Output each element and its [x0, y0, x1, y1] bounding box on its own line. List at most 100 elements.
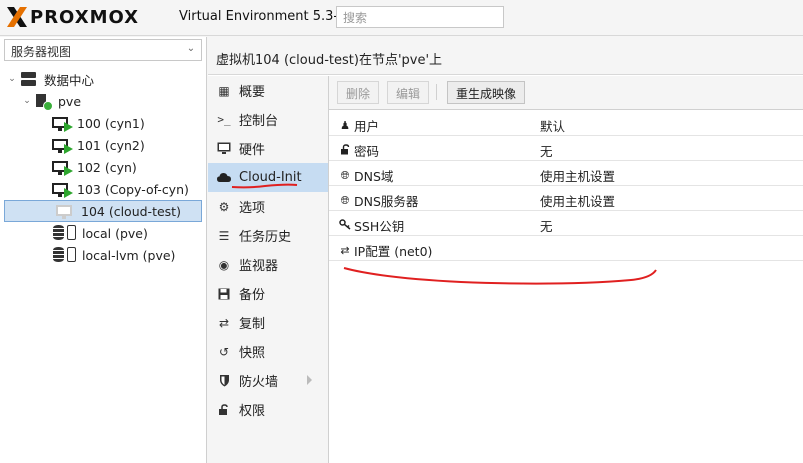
unlock-icon [217, 403, 231, 417]
row-value: 无 [540, 144, 553, 159]
nav-item-replication[interactable]: ⇄ 复制 [208, 308, 328, 337]
nav-item-backup[interactable]: 备份 [208, 279, 328, 308]
proxmox-x-icon [7, 7, 27, 27]
edit-button[interactable]: 编辑 [387, 81, 430, 104]
toolbar-separator [436, 84, 437, 100]
grid-row-ssh-key[interactable]: SSH公钥 无 [329, 211, 803, 236]
book-icon: ▦ [218, 83, 230, 98]
nav-item-hardware[interactable]: 硬件 [208, 134, 328, 163]
shield-icon [217, 374, 231, 388]
grid-row-dns-domain[interactable]: 🌐︎ DNS域 使用主机设置 [329, 161, 803, 186]
red-underline-annotation [231, 183, 298, 189]
resource-tree-panel: 服务器视图 ⌄ ⌄ 数据中心 ⌄ pve 100 (cyn1) 101 (cyn… [0, 37, 207, 463]
brand-text: PROXMOX [30, 6, 140, 28]
tree-item-node-pve[interactable]: ⌄ pve [0, 90, 206, 112]
proxmox-logo[interactable]: PROXMOX [6, 6, 139, 28]
search-input[interactable]: 搜索 [336, 6, 504, 28]
collapse-toggle-icon[interactable]: ⌄ [7, 74, 17, 84]
page-title: 虚拟机104 (cloud-test)在节点'pve'上 [216, 53, 443, 68]
grid-row-user[interactable]: ♟ 用户 默认 [329, 111, 803, 136]
view-selector[interactable]: 服务器视图 ⌄ [4, 39, 202, 61]
tree-item-label: 数据中心 [44, 72, 95, 88]
collapse-toggle-icon[interactable]: ⌄ [22, 96, 32, 106]
grid-row-ip-config-net0[interactable]: ⇄ IP配置 (net0) [329, 236, 803, 261]
terminal-icon: >_ [217, 113, 231, 126]
cloud-init-grid: ♟ 用户 默认 密码 无 🌐︎ DNS域 使用主机设置 🌐︎ DNS服务器 使用主机设… [329, 111, 803, 261]
top-header: PROXMOX Virtual Environment 5.3-8 搜索 [0, 0, 803, 36]
vm-running-icon [52, 181, 73, 198]
monitor-icon [217, 142, 231, 156]
row-key: IP配置 (net0) [354, 244, 433, 259]
tree-item-storage-local[interactable]: local (pve) [0, 222, 206, 244]
vm-nav-menu: ▦ 概要 >_ 控制台 硬件 Cloud-Init ⚙ 选项 ☰ 任务历史 ◉ … [208, 76, 329, 463]
tree-item-storage-local-lvm[interactable]: local-lvm (pve) [0, 244, 206, 266]
tree-item-label: pve [58, 93, 82, 109]
node-online-icon [34, 93, 53, 111]
regenerate-image-button[interactable]: 重生成映像 [447, 81, 526, 104]
gear-icon: ⚙ [218, 199, 230, 214]
nav-item-monitor[interactable]: ◉ 监视器 [208, 250, 328, 279]
nav-item-summary[interactable]: ▦ 概要 [208, 76, 328, 105]
view-selector-value: 服务器视图 [11, 45, 72, 59]
nav-item-label: 控制台 [239, 114, 279, 129]
tree-item-label: local (pve) [82, 225, 148, 241]
cloud-icon [217, 171, 231, 185]
user-icon: ♟ [340, 119, 350, 132]
tree-item-label: 104 (cloud-test) [81, 203, 181, 219]
tree-item-vm-103[interactable]: 103 (Copy-of-cyn) [0, 178, 206, 200]
vm-stopped-icon [56, 203, 77, 220]
eye-icon: ◉ [218, 257, 230, 272]
nav-item-cloud-init[interactable]: Cloud-Init [208, 163, 328, 192]
tree-item-label: 101 (cyn2) [77, 137, 145, 153]
exchange-icon: ⇄ [340, 244, 350, 257]
resource-tree: ⌄ 数据中心 ⌄ pve 100 (cyn1) 101 (cyn2) 102 (… [0, 68, 206, 266]
row-key: SSH公钥 [354, 219, 405, 234]
tree-item-datacenter[interactable]: ⌄ 数据中心 [0, 68, 206, 90]
vm-running-icon [52, 115, 73, 132]
row-key: DNS服务器 [354, 194, 419, 209]
nav-item-label: 监视器 [239, 259, 279, 274]
tree-item-vm-102[interactable]: 102 (cyn) [0, 156, 206, 178]
cloud-init-content: 删除 编辑 重生成映像 ♟ 用户 默认 密码 无 🌐︎ DNS域 使用主机设置 🌐︎… [329, 76, 803, 463]
nav-item-firewall[interactable]: 防火墙 [208, 366, 328, 395]
chevron-down-icon[interactable]: ⌄ [185, 43, 197, 57]
nav-item-label: 复制 [239, 317, 266, 332]
page-title-bar: 虚拟机104 (cloud-test)在节点'pve'上 [208, 37, 803, 75]
nav-item-snapshots[interactable]: ↺ 快照 [208, 337, 328, 366]
vm-running-icon [52, 159, 73, 176]
retweet-icon: ⇄ [218, 315, 230, 330]
history-icon: ↺ [218, 344, 230, 359]
tree-item-label: 100 (cyn1) [77, 115, 145, 131]
grid-row-password[interactable]: 密码 无 [329, 136, 803, 161]
row-key: 用户 [354, 119, 380, 134]
row-value: 使用主机设置 [540, 169, 616, 184]
grid-row-dns-servers[interactable]: 🌐︎ DNS服务器 使用主机设置 [329, 186, 803, 211]
nav-item-console[interactable]: >_ 控制台 [208, 105, 328, 134]
unlock-icon [339, 143, 351, 158]
nav-item-options[interactable]: ⚙ 选项 [208, 192, 328, 221]
list-icon: ☰ [218, 228, 230, 243]
key-icon [339, 218, 351, 233]
tree-item-label: 103 (Copy-of-cyn) [77, 181, 189, 197]
row-value: 使用主机设置 [540, 194, 616, 209]
nav-item-label: 快照 [239, 346, 266, 361]
expand-arrow-icon[interactable] [307, 375, 312, 385]
nav-item-label: 防火墙 [239, 375, 279, 390]
delete-button[interactable]: 删除 [337, 81, 380, 104]
nav-item-permissions[interactable]: 权限 [208, 395, 328, 424]
nav-item-label: 备份 [239, 288, 266, 303]
tree-item-vm-101[interactable]: 101 (cyn2) [0, 134, 206, 156]
version-label: Virtual Environment 5.3-8 [179, 9, 347, 24]
tree-item-label: local-lvm (pve) [82, 247, 176, 263]
tree-item-vm-100[interactable]: 100 (cyn1) [0, 112, 206, 134]
row-key: DNS域 [354, 169, 394, 184]
tree-item-vm-104[interactable]: 104 (cloud-test) [4, 200, 202, 222]
red-underline-annotation [343, 267, 657, 285]
nav-item-label: 概要 [239, 85, 266, 100]
globe-icon: 🌐︎ [340, 193, 350, 207]
nav-item-task-history[interactable]: ☰ 任务历史 [208, 221, 328, 250]
toolbar: 删除 编辑 重生成映像 [329, 76, 803, 110]
nav-item-label: 权限 [239, 404, 266, 419]
nav-item-label: 硬件 [239, 143, 266, 158]
storage-icon [52, 246, 78, 264]
